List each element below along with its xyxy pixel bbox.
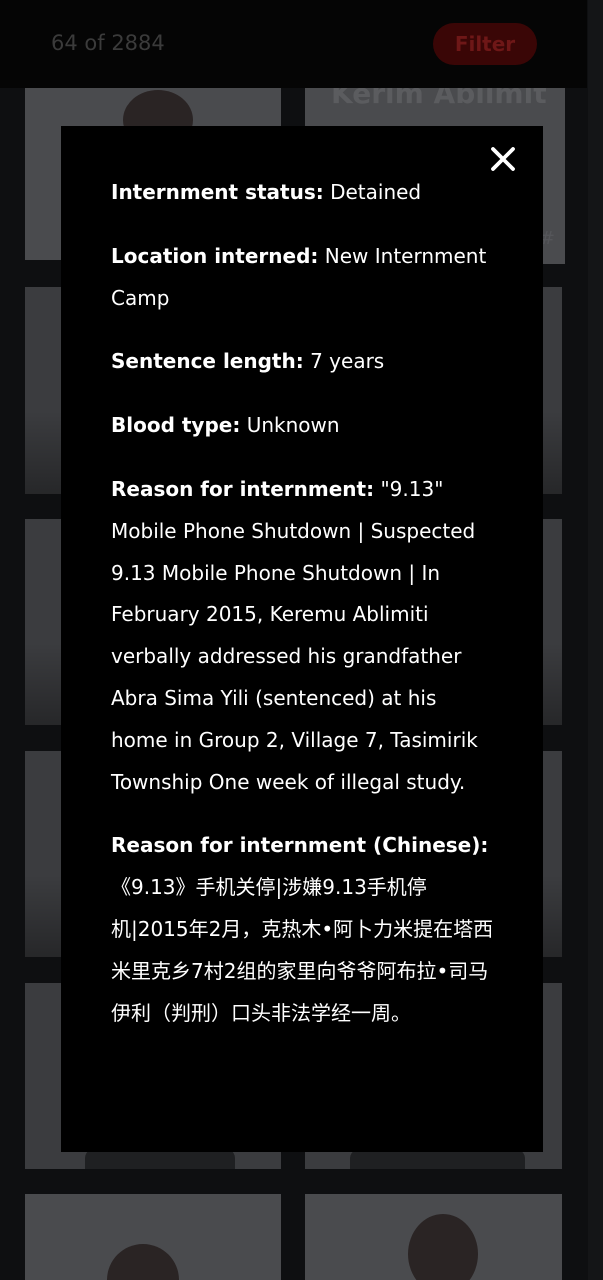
field-label: Reason for internment (Chinese): — [111, 833, 489, 858]
field-label: Location interned: — [111, 243, 319, 268]
field-location-interned: Location interned: New Internment Camp — [111, 236, 499, 320]
person-card-name: Kerim Ablimit — [331, 88, 547, 110]
field-blood-type: Blood type: Unknown — [111, 405, 499, 447]
field-value: Unknown — [246, 413, 340, 438]
person-photo — [408, 1214, 478, 1280]
field-label: Sentence length: — [111, 349, 304, 374]
filter-button[interactable]: Filter — [433, 23, 537, 65]
person-card[interactable] — [25, 1194, 281, 1280]
person-card[interactable] — [305, 1194, 562, 1280]
field-reason-for-internment: Reason for internment: "9.13" Mobile Pho… — [111, 469, 499, 803]
result-counter: 64 of 2884 — [51, 31, 165, 55]
field-label: Blood type: — [111, 413, 241, 438]
field-value: Detained — [330, 180, 422, 204]
field-label: Internment status: — [111, 180, 324, 204]
field-value: 《9.13》手机关停|涉嫌9.13手机停机|2015年2月，克热木•阿卜力米提在… — [111, 875, 494, 1025]
field-internment-status: Internment status: Detained — [111, 172, 499, 214]
top-bar: 64 of 2884 Filter — [0, 0, 587, 88]
field-value: "9.13" Mobile Phone Shutdown | Suspected… — [111, 476, 478, 794]
field-reason-for-internment-chinese: Reason for internment (Chinese): 《9.13》手… — [111, 825, 499, 1034]
close-icon[interactable] — [486, 142, 520, 176]
field-label: Reason for internment: — [111, 476, 375, 501]
page-scrollbar[interactable] — [588, 0, 603, 1280]
field-sentence-length: Sentence length: 7 years — [111, 341, 499, 383]
field-value: 7 years — [310, 349, 385, 374]
detail-modal: Internment status: Detained Location int… — [61, 126, 543, 1152]
detail-fields: Internment status: Detained Location int… — [111, 172, 499, 1056]
person-photo — [107, 1244, 179, 1280]
